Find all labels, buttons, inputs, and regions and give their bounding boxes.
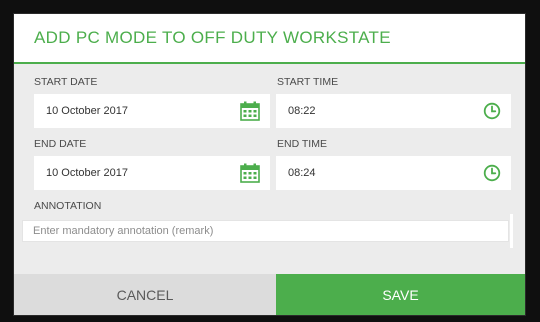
end-date-field[interactable]: 10 October 2017: [34, 156, 270, 190]
end-date-label: END DATE: [34, 138, 87, 150]
start-time-value: 08:22: [288, 105, 316, 117]
start-time-label: START TIME: [277, 76, 339, 88]
dialog-title: ADD PC MODE TO OFF DUTY WORKSTATE: [34, 28, 391, 47]
save-button[interactable]: SAVE: [276, 274, 525, 315]
calendar-icon[interactable]: [240, 163, 260, 183]
annotation-input[interactable]: [22, 220, 509, 242]
start-date-label: START DATE: [34, 76, 98, 88]
end-time-field[interactable]: 08:24: [276, 156, 511, 190]
start-date-field[interactable]: 10 October 2017: [34, 94, 270, 128]
calendar-icon[interactable]: [240, 101, 260, 121]
end-time-value: 08:24: [288, 167, 316, 179]
clock-icon[interactable]: [483, 164, 501, 182]
scrollbar[interactable]: [510, 214, 513, 248]
end-date-value: 10 October 2017: [46, 167, 128, 179]
end-time-label: END TIME: [277, 138, 327, 150]
dialog-header: ADD PC MODE TO OFF DUTY WORKSTATE: [14, 14, 525, 64]
cancel-button[interactable]: CANCEL: [14, 274, 276, 315]
clock-icon[interactable]: [483, 102, 501, 120]
add-pc-mode-dialog: ADD PC MODE TO OFF DUTY WORKSTATE START …: [14, 14, 525, 315]
annotation-label: ANNOTATION: [34, 200, 102, 212]
start-time-field[interactable]: 08:22: [276, 94, 511, 128]
start-date-value: 10 October 2017: [46, 105, 128, 117]
